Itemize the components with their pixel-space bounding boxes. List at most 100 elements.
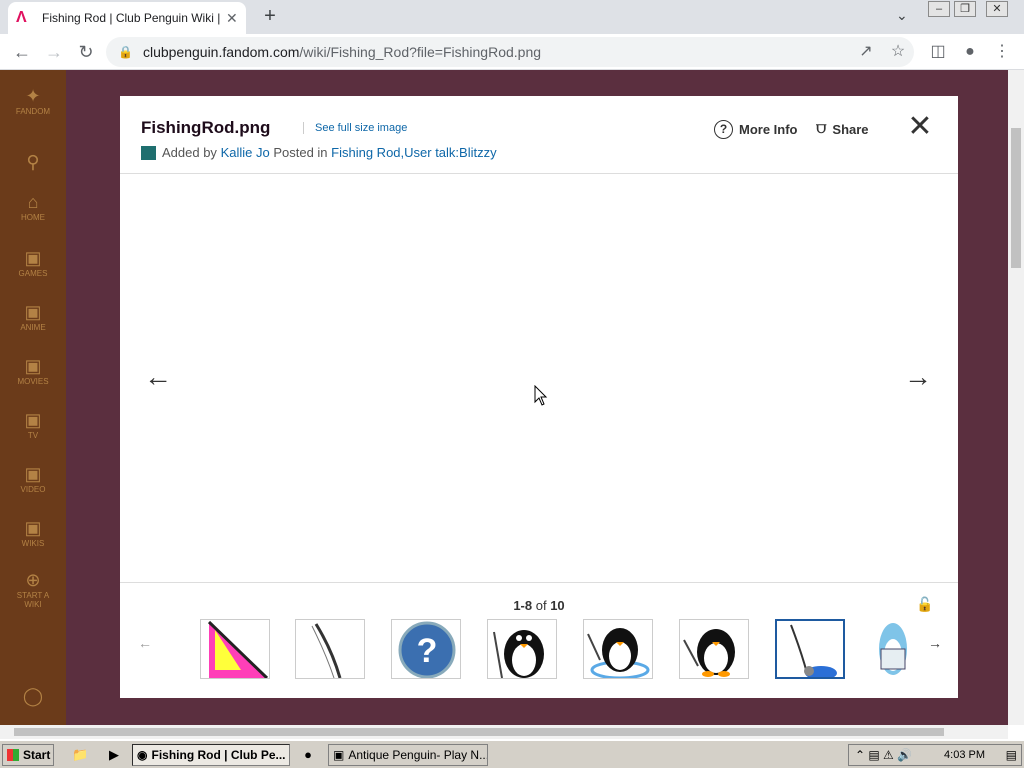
windows-logo-icon <box>7 749 19 761</box>
thumbs-prev-arrow-icon[interactable]: ← <box>138 635 152 651</box>
chrome-icon: ◉ <box>137 748 148 762</box>
firefox-icon[interactable]: ● <box>300 747 316 763</box>
sidebar-item-start-a-wiki[interactable]: ⊕ START A WIKI <box>8 570 58 609</box>
sidebar-item-tv[interactable]: ▣ TV <box>8 410 58 440</box>
new-tab-button[interactable]: + <box>258 4 282 28</box>
url-path: /wiki/Fishing_Rod?file=FishingRod.png <box>299 44 542 60</box>
sidebar-item-label: VIDEO <box>20 485 46 494</box>
sidebar-item-label: HOME <box>21 213 45 222</box>
browser-menu-icon[interactable]: ⋮ <box>992 42 1012 62</box>
thumbnail-8[interactable] <box>871 619 907 679</box>
image-counter: 1-8 of 10 <box>120 598 958 613</box>
image-lightbox: FishingRod.png See full size image Added… <box>120 96 958 698</box>
thumbnail-1[interactable] <box>200 619 270 679</box>
taskbar-chrome-window[interactable]: ◉ Fishing Rod | Club Pe... <box>132 744 290 766</box>
penguin-app-icon: ▣ <box>333 748 345 762</box>
media-quicklaunch-icon[interactable]: ▶ <box>106 747 122 763</box>
clock[interactable]: 4:03 PM <box>944 749 985 761</box>
attribution-line: Added by Kallie Jo Posted in Fishing Rod… <box>141 145 497 160</box>
show-desktop-icon[interactable]: ▤ <box>1006 748 1017 762</box>
sidebar-item-label: WIKIS <box>21 539 45 548</box>
counter-of: of <box>535 598 547 613</box>
fandom-sidebar: ✦ FANDOM ⚲ ⌂ HOME ▣ GAMES ▣ ANIME ▣ MOVIES ▣ T… <box>0 70 66 725</box>
sidebar-item-games[interactable]: ▣ GAMES <box>8 248 58 278</box>
fandom-favicon-icon: Λ <box>16 9 27 26</box>
forward-arrow-icon[interactable]: → <box>42 40 66 64</box>
minimize-button[interactable]: – <box>928 1 950 17</box>
sidebar-item-anime[interactable]: ▣ ANIME <box>8 302 58 332</box>
previous-image-arrow-icon[interactable]: ← <box>144 361 172 393</box>
share-button[interactable]: ⩌ Share <box>816 120 869 138</box>
tab-close-icon[interactable]: ✕ <box>226 10 238 27</box>
start-button[interactable]: Start <box>2 744 54 766</box>
horizontal-scroll-thumb[interactable] <box>14 728 944 736</box>
taskbar-antique-penguin-window[interactable]: ▣ Antique Penguin- Play N... <box>328 744 488 766</box>
thumbnail-6[interactable] <box>679 619 749 679</box>
sidebar-item-wikis[interactable]: ▣ WIKIS <box>8 518 58 548</box>
image-viewer: ← → <box>120 175 958 583</box>
next-image-arrow-icon[interactable]: → <box>904 361 932 393</box>
thumbnail-5[interactable] <box>583 619 653 679</box>
home-icon: ⌂ <box>27 192 39 212</box>
sidebar-item-search[interactable]: ⚲ <box>8 152 58 173</box>
lock-icon: 🔒 <box>118 45 133 59</box>
user-icon: ◯ <box>22 686 44 706</box>
browser-toolbar: ← → ↻ 🔒 clubpenguin.fandom.com/wiki/Fish… <box>0 34 1024 70</box>
sidebar-item-label: MOVIES <box>17 377 49 386</box>
author-link[interactable]: Kallie Jo <box>221 145 270 160</box>
restore-button[interactable]: ❐ <box>954 1 976 17</box>
sidebar-item-label: TV <box>27 431 39 440</box>
sidebar-user-icon[interactable]: ◯ <box>8 686 58 707</box>
file-title: FishingRod.png <box>141 118 271 137</box>
author-avatar <box>141 145 156 160</box>
games-icon: ▣ <box>24 248 42 268</box>
sidebar-item-label: ANIME <box>20 323 46 332</box>
svg-text:?: ? <box>417 632 438 670</box>
close-lightbox-button[interactable]: ✕ <box>906 112 934 142</box>
window-close-button[interactable]: ✕ <box>986 1 1008 17</box>
mouse-cursor-icon <box>534 385 548 406</box>
thumbnail-2[interactable] <box>295 619 365 679</box>
unlock-icon[interactable]: 🔓 <box>916 596 933 613</box>
thumbnail-4[interactable] <box>487 619 557 679</box>
share-label: Share <box>832 121 869 137</box>
sidebar-item-label: START A WIKI <box>16 591 50 609</box>
reload-icon[interactable]: ↻ <box>74 40 98 64</box>
tab-search-chevron-icon[interactable]: ⌄ <box>896 7 908 24</box>
fandom-icon: ✦ <box>25 86 41 106</box>
added-by-label: Added by <box>162 145 217 160</box>
sidebar-item-home[interactable]: ⌂ HOME <box>8 192 58 222</box>
thumbnail-strip: 1-8 of 10 🔓 ← → ? <box>120 582 958 698</box>
start-label: Start <box>23 748 51 762</box>
thumbnail-7-selected[interactable] <box>775 619 845 679</box>
system-tray: ⌃ ▤ ⚠ 🔊 4:03 PM ▤ <box>848 744 1022 766</box>
browser-tab[interactable]: Λ Fishing Rod | Club Penguin Wiki | Fand… <box>8 2 246 34</box>
sidebar-item-video[interactable]: ▣ VIDEO <box>8 464 58 494</box>
more-info-button[interactable]: ? More Info <box>714 120 798 139</box>
taskbar-active-label: Fishing Rod | Club Pe... <box>151 748 286 762</box>
share-page-icon[interactable]: ↗ <box>856 42 876 62</box>
thumbs-next-arrow-icon[interactable]: → <box>928 635 942 651</box>
url-host: clubpenguin.fandom.com <box>142 44 300 60</box>
profile-avatar-icon[interactable]: ● <box>960 42 980 62</box>
vertical-scroll-thumb[interactable] <box>1011 128 1021 268</box>
more-info-label: More Info <box>739 122 798 137</box>
counter-total: 10 <box>550 598 565 613</box>
address-bar[interactable]: 🔒 clubpenguin.fandom.com/wiki/Fishing_Ro… <box>106 37 914 67</box>
horizontal-scrollbar[interactable] <box>0 725 1008 739</box>
tray-icons[interactable]: ⌃ ▤ ⚠ 🔊 <box>855 748 912 762</box>
sidebar-item-movies[interactable]: ▣ MOVIES <box>8 356 58 386</box>
plus-icon: ⊕ <box>25 570 41 590</box>
back-arrow-icon[interactable]: ← <box>10 40 34 64</box>
thumbnail-3[interactable]: ? <box>391 619 461 679</box>
vertical-scrollbar[interactable] <box>1008 70 1024 725</box>
sidebar-item-fandom[interactable]: ✦ FANDOM <box>8 86 58 116</box>
bookmark-star-icon[interactable]: ☆ <box>888 42 908 62</box>
see-full-size-link[interactable]: See full size image <box>303 122 407 134</box>
side-panel-icon[interactable]: ◫ <box>928 42 948 62</box>
explorer-quicklaunch-icon[interactable]: 📁 <box>72 747 88 763</box>
sidebar-item-label: FANDOM <box>15 107 51 116</box>
posted-in-links[interactable]: Fishing Rod,User talk:Blitzzy <box>331 145 496 160</box>
tv-icon: ▣ <box>24 410 42 430</box>
share-icon: ⩌ <box>816 120 827 137</box>
